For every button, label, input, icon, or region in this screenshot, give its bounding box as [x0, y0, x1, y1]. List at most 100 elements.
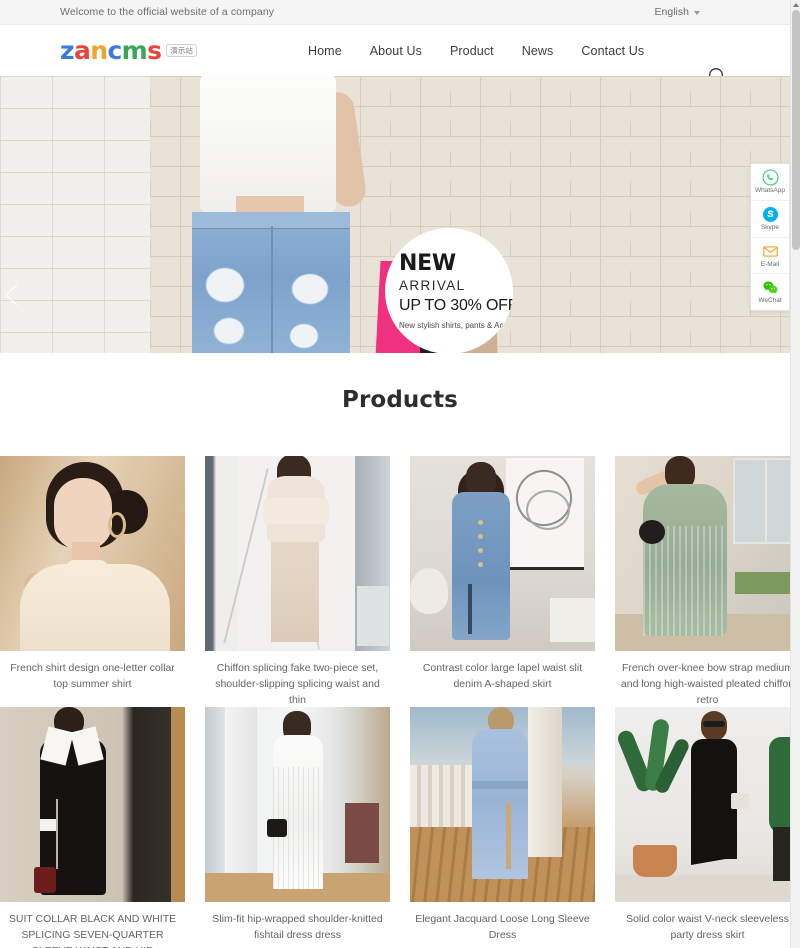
photo-white-cuff: [40, 819, 56, 831]
product-card[interactable]: Slim-fit hip-wrapped shoulder-knitted fi…: [205, 707, 390, 948]
product-image[interactable]: [410, 707, 595, 902]
logo-letter-m: m: [121, 36, 148, 65]
photo-wrap-hem: [691, 810, 737, 866]
language-selector[interactable]: English: [655, 6, 790, 18]
logo-letter-s: s: [147, 36, 162, 65]
product-image[interactable]: [410, 456, 595, 651]
photo-terracotta-pot: [633, 845, 677, 877]
photo-denim-dress: [452, 492, 510, 640]
social-label-whatsapp: WhatsApp: [755, 187, 785, 194]
social-label-email: E-Mail: [760, 260, 780, 268]
product-caption: French over-knee bow strap medium and lo…: [620, 662, 795, 706]
page-scrollbar[interactable]: [790, 0, 800, 948]
photo-earring: [108, 512, 126, 538]
welcome-text: Welcome to the official website of a com…: [60, 6, 275, 18]
whatsapp-icon: [761, 169, 779, 186]
hero-subtext: New stylish shirts, pants & Accessories: [399, 320, 513, 330]
social-contact-panel: WhatsApp Skype E-Mail WeChat: [750, 163, 790, 312]
social-item-wechat[interactable]: WeChat: [751, 274, 789, 310]
logo[interactable]: zancms 演示站: [60, 38, 197, 63]
top-utility-bar: Welcome to the official website of a com…: [0, 0, 800, 25]
scrollbar-thumb[interactable]: [792, 10, 800, 250]
logo-wordmark: zancms: [60, 36, 162, 65]
photo-dress-slit: [506, 803, 511, 869]
nav-item-product[interactable]: Product: [450, 44, 494, 58]
photo-window-mullion: [765, 458, 767, 544]
photo-handbag: [639, 520, 665, 544]
carousel-prev-button[interactable]: [2, 282, 24, 308]
social-item-skype[interactable]: Skype: [751, 201, 789, 238]
product-card[interactable]: French over-knee bow strap medium and lo…: [615, 456, 800, 707]
product-image[interactable]: [615, 707, 800, 902]
model-figure: [148, 76, 388, 353]
jeans-rip: [292, 274, 328, 304]
jeans-seam: [271, 226, 273, 353]
photo-handbag: [267, 819, 287, 837]
photo-blue-maxi-dress: [472, 729, 528, 879]
product-image[interactable]: [205, 456, 390, 651]
photo-chair: [345, 803, 379, 863]
product-card[interactable]: Chiffon splicing fake two-piece set, sho…: [205, 456, 390, 707]
product-image[interactable]: [205, 707, 390, 902]
photo-collar: [66, 560, 108, 576]
social-label-skype: Skype: [760, 223, 780, 231]
photo-dress-slit: [468, 584, 472, 634]
social-item-email[interactable]: E-Mail: [751, 238, 789, 275]
product-grid-row-2: SUIT COLLAR BLACK AND WHITE SPLICING SEV…: [0, 707, 800, 948]
scroll-up-icon[interactable]: [793, 3, 799, 7]
product-card[interactable]: French shirt design one-letter collar to…: [0, 456, 185, 707]
photo-pouf: [550, 598, 595, 642]
product-card[interactable]: Contrast color large lapel waist slit de…: [410, 456, 595, 707]
product-caption: Elegant Jacquard Loose Long Sleeve Dress: [415, 913, 590, 941]
logo-letter-c: c: [107, 36, 122, 65]
product-caption: SUIT COLLAR BLACK AND WHITE SPLICING SEV…: [8, 913, 177, 948]
photo-clutch: [731, 793, 749, 809]
language-label: English: [654, 6, 689, 18]
photo-sunglasses: [703, 721, 725, 727]
wechat-icon: [762, 281, 777, 295]
product-caption: French shirt design one-letter collar to…: [10, 662, 175, 690]
photo-column: [528, 707, 562, 857]
logo-letter-a: a: [73, 36, 91, 65]
jeans-rip: [214, 318, 244, 344]
logo-letter-n: n: [90, 36, 108, 65]
product-card[interactable]: SUIT COLLAR BLACK AND WHITE SPLICING SEV…: [0, 707, 185, 948]
product-card[interactable]: Elegant Jacquard Loose Long Sleeve Dress: [410, 707, 595, 948]
photo-ruffle: [263, 498, 329, 524]
photo-waist-belt: [472, 781, 528, 789]
site-header: zancms 演示站 Home About Us Product News Co…: [0, 25, 800, 86]
photo-stool: [410, 568, 448, 614]
nav-item-contact-us[interactable]: Contact Us: [581, 44, 644, 58]
jeans-rip: [290, 324, 318, 348]
photo-buttons: [478, 520, 483, 525]
section-title-products: Products: [342, 387, 458, 413]
product-caption: Chiffon splicing fake two-piece set, sho…: [215, 662, 380, 706]
logo-letter-z: z: [60, 36, 75, 65]
chevron-down-icon: [694, 10, 700, 15]
hero-promo-badge: NEW ARRIVAL UP TO 30% OFF New stylish sh…: [385, 228, 513, 353]
product-image[interactable]: [0, 456, 185, 651]
photo-bag-chain: [56, 799, 58, 869]
products-section: Products French shirt design one-letter …: [0, 353, 800, 948]
jeans-rip: [206, 268, 244, 302]
hero-offer-text: UP TO 30% OFF: [399, 296, 513, 314]
page-root: Welcome to the official website of a com…: [0, 0, 800, 948]
logo-badge: 演示站: [166, 44, 197, 57]
email-icon: [762, 245, 778, 257]
social-item-whatsapp[interactable]: WhatsApp: [751, 164, 789, 201]
nav-item-home[interactable]: Home: [308, 44, 342, 58]
product-card[interactable]: Solid color waist V-neck sleeveless part…: [615, 707, 800, 948]
nav-item-news[interactable]: News: [522, 44, 554, 58]
product-caption: Solid color waist V-neck sleeveless part…: [626, 913, 789, 941]
photo-art-swirl: [526, 490, 570, 530]
nav-item-about-us[interactable]: About Us: [370, 44, 422, 58]
product-image[interactable]: [0, 707, 185, 902]
photo-handbag: [34, 867, 56, 893]
product-caption: Contrast color large lapel waist slit de…: [422, 662, 583, 690]
skype-icon: [762, 206, 778, 222]
model-white-shirt: [200, 76, 336, 212]
photo-garment: [20, 564, 170, 651]
brick-wall-left: [0, 76, 150, 353]
hero-headline-arrival: ARRIVAL: [399, 277, 466, 293]
product-image[interactable]: [615, 456, 800, 651]
